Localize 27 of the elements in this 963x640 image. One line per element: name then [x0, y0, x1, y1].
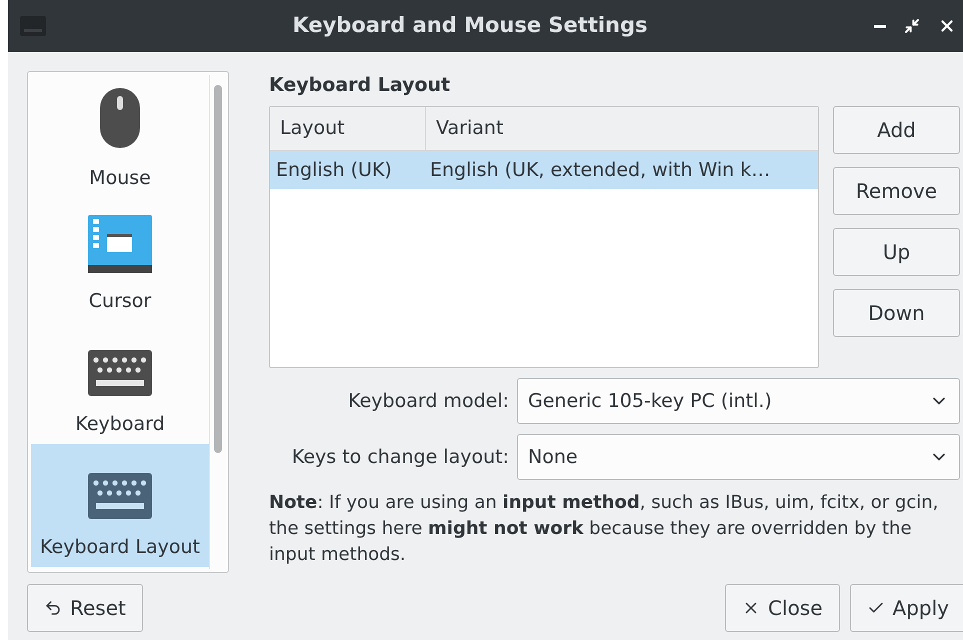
table-cell-text: English (UK): [275, 158, 393, 183]
up-button[interactable]: Up: [833, 228, 960, 276]
add-button[interactable]: Add: [833, 106, 960, 154]
sidebar-label: Keyboard Layout: [40, 534, 200, 560]
down-button[interactable]: Down: [833, 289, 960, 337]
remove-button[interactable]: Remove: [833, 167, 960, 215]
section-title: Keyboard Layout: [269, 73, 452, 98]
column-header[interactable]: Layout: [270, 107, 426, 150]
reset-button[interactable]: Reset: [27, 584, 143, 632]
table-row[interactable]: English (UK) English (UK, extended, with Win k…: [270, 151, 818, 189]
column-header[interactable]: Variant: [426, 107, 818, 150]
sidebar-label: Keyboard: [75, 412, 165, 436]
apply-button[interactable]: Apply: [850, 584, 963, 632]
field-label: Keyboard model:: [347, 388, 509, 414]
note-text: Note: If you are using an input method, such as IBus, uim, fcitx, or gcin, the settings here might not work because they are overridden by the input methods.: [269, 491, 940, 567]
field-label: Keys to change layout:: [290, 444, 509, 470]
window-title: Keyboard and Mouse Settings: [291, 12, 649, 40]
close-button[interactable]: Close: [725, 584, 840, 632]
sidebar-item[interactable]: Mouse: [31, 75, 209, 198]
sidebar-item[interactable]: Cursor: [31, 198, 209, 321]
sidebar-item[interactable]: Keyboard: [31, 321, 209, 444]
dropdown[interactable]: Generic 105-key PC (intl.): [517, 378, 960, 424]
sidebar-item[interactable]: Keyboard Layout: [31, 444, 209, 567]
dropdown[interactable]: None: [517, 434, 960, 480]
table-cell-text: English (UK, extended, with Win k…: [429, 158, 772, 183]
sidebar-label: Mouse: [89, 166, 151, 190]
sidebar-label: Cursor: [88, 288, 152, 314]
